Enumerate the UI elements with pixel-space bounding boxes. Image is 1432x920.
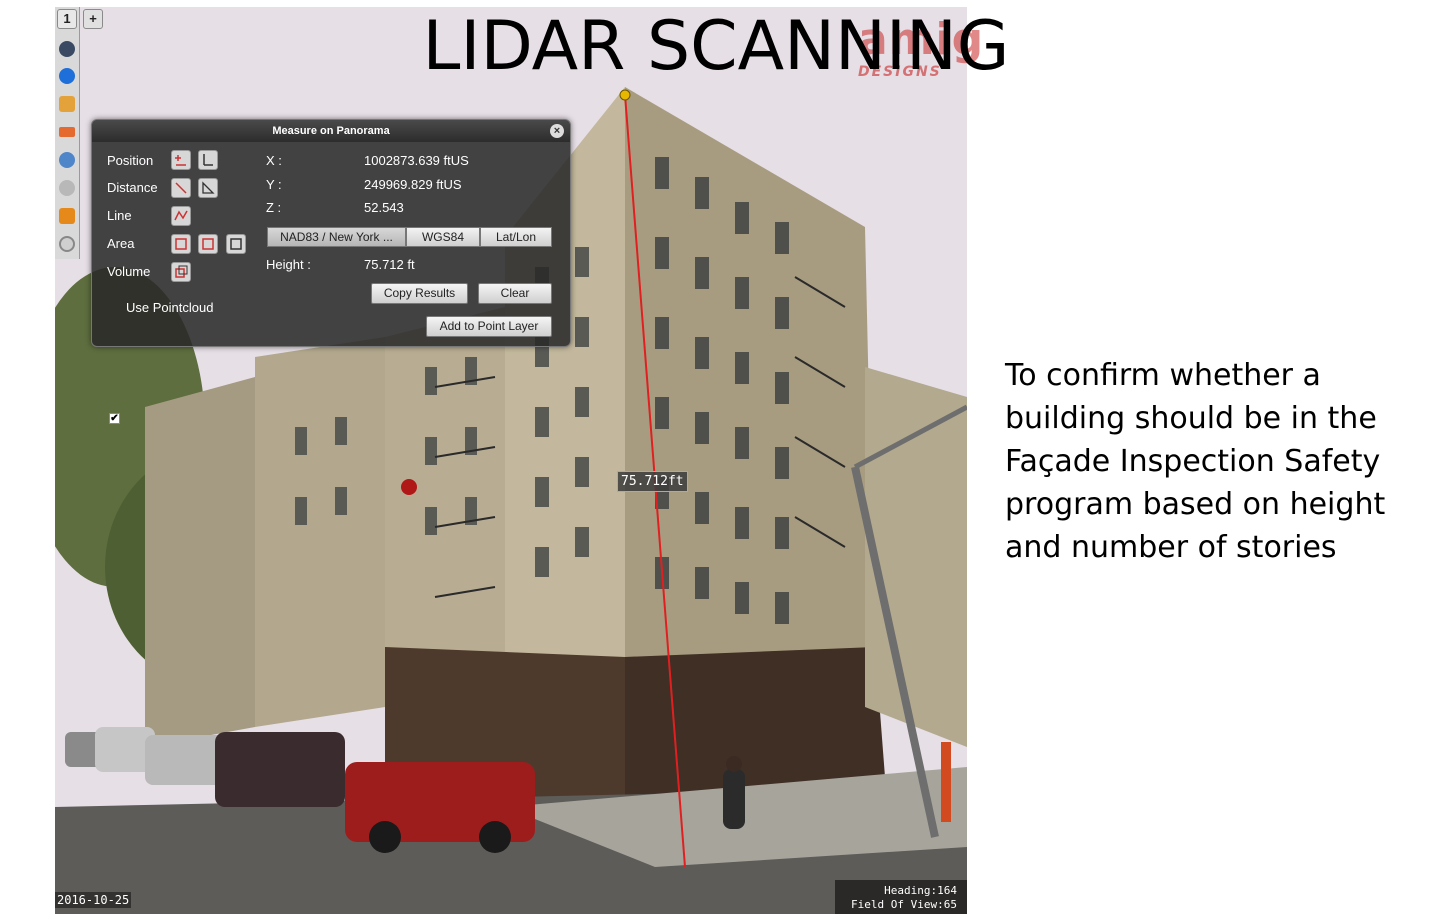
- position-point-button[interactable]: [171, 150, 191, 170]
- area-polygon-button[interactable]: [171, 234, 191, 254]
- use-pointcloud-checkbox[interactable]: ✔: [109, 413, 120, 424]
- volume-label: Volume: [107, 264, 151, 279]
- x-label: X :: [266, 153, 282, 168]
- height-label: Height :: [266, 257, 311, 272]
- settings-icon[interactable]: [59, 236, 75, 252]
- crs-nad83-button[interactable]: NAD83 / New York ...: [267, 227, 406, 247]
- z-value: 52.543: [364, 200, 404, 215]
- field-of-view-readout: Field Of View:65: [851, 898, 957, 911]
- heading-readout: Heading:164: [884, 884, 957, 897]
- line-label: Line: [107, 208, 132, 223]
- capture-date: 2016-10-25: [55, 892, 132, 908]
- measurement-label: 75.712ft: [617, 471, 688, 492]
- slide-description: To confirm whether a building should be …: [1005, 358, 1386, 565]
- cluster-icon[interactable]: [59, 208, 75, 224]
- distance-line-button[interactable]: [171, 178, 191, 198]
- crs-wgs84-button[interactable]: WGS84: [406, 227, 480, 247]
- volume-button[interactable]: [171, 262, 191, 282]
- area-vertical-button[interactable]: [226, 234, 246, 254]
- crs-latlon-button[interactable]: Lat/Lon: [480, 227, 552, 247]
- close-icon[interactable]: ×: [550, 124, 564, 138]
- heading-fov-readout: Heading:164 Field Of View:65: [835, 880, 967, 914]
- copy-results-button[interactable]: Copy Results: [371, 283, 468, 304]
- measure-panel-title: Measure on Panorama: [92, 120, 570, 142]
- y-label: Y :: [266, 177, 282, 192]
- sun-icon[interactable]: [59, 180, 75, 196]
- clear-button[interactable]: Clear: [478, 283, 552, 304]
- z-label: Z :: [266, 200, 282, 215]
- add-to-point-layer-button[interactable]: Add to Point Layer: [426, 316, 552, 337]
- slide-title: LIDAR SCANNING: [422, 7, 1010, 86]
- distance-label: Distance: [107, 180, 158, 195]
- area-rectangle-button[interactable]: [198, 234, 218, 254]
- panorama-viewer[interactable]: 1 + Measure on Panorama × Position Dista…: [55, 7, 967, 914]
- use-pointcloud-label: Use Pointcloud: [126, 300, 214, 315]
- position-height-button[interactable]: [198, 150, 218, 170]
- x-value: 1002873.639 ftUS: [364, 153, 469, 168]
- y-value: 249969.829 ftUS: [364, 177, 462, 192]
- height-value: 75.712 ft: [364, 257, 415, 272]
- area-label: Area: [107, 236, 135, 251]
- polyline-button[interactable]: [171, 206, 191, 226]
- measure-panel: Measure on Panorama × Position Distance …: [91, 119, 571, 424]
- position-label: Position: [107, 153, 154, 168]
- measure-icon[interactable]: [59, 127, 75, 137]
- layers-icon[interactable]: [59, 96, 75, 112]
- distance-angle-button[interactable]: [198, 178, 218, 198]
- map-icon[interactable]: [59, 152, 75, 168]
